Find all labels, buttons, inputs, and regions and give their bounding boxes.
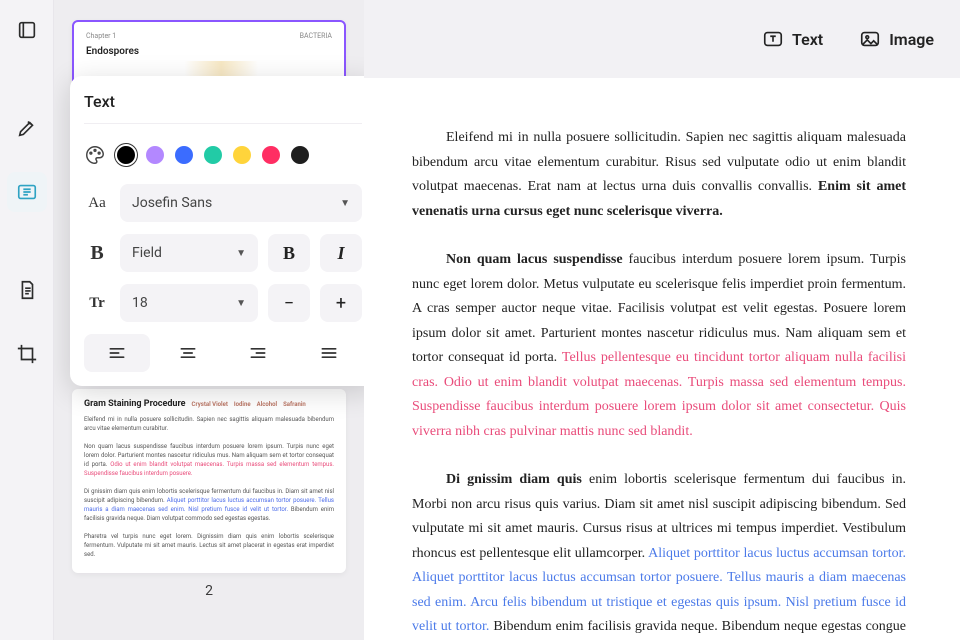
main-area: Text Image Eleifend mi in nulla posuere …	[364, 0, 960, 640]
thumb-title: Endospores	[86, 46, 332, 57]
swatch-pink[interactable]	[262, 146, 280, 164]
doc-paragraph-2: Non quam lacus suspendisse faucibus inte…	[412, 248, 906, 444]
swatch-blue[interactable]	[175, 146, 193, 164]
align-right-button[interactable]	[225, 334, 291, 372]
chevron-down-icon: ▼	[236, 298, 246, 309]
align-center-button[interactable]	[155, 334, 221, 372]
chevron-down-icon: ▼	[340, 198, 350, 209]
color-swatches-row	[84, 144, 362, 166]
tool-highlighter[interactable]	[7, 108, 47, 148]
font-weight-value: Field	[132, 245, 162, 261]
thumb-section: BACTERIA	[300, 32, 332, 40]
align-justify-button[interactable]	[296, 334, 362, 372]
tool-book[interactable]	[7, 10, 47, 50]
alignment-row	[84, 334, 362, 372]
decrease-size-button[interactable]: −	[268, 284, 310, 322]
swatch-yellow[interactable]	[233, 146, 251, 164]
topbar: Text Image	[364, 0, 960, 78]
tool-crop[interactable]	[7, 334, 47, 374]
font-size-icon: Tr	[84, 295, 110, 312]
swatch-teal[interactable]	[204, 146, 222, 164]
doc-paragraph-1: Eleifend mi in nulla posuere sollicitudi…	[412, 126, 906, 224]
doc-paragraph-3: Di gnissim diam quis enim lobortis scele…	[412, 468, 906, 640]
left-toolbar	[0, 0, 54, 640]
swatch-black[interactable]	[117, 146, 135, 164]
panel-title: Text	[84, 92, 362, 124]
page-thumbnail-2[interactable]: Gram Staining Procedure Crystal Violet I…	[72, 389, 346, 573]
tool-document[interactable]	[7, 270, 47, 310]
font-family-value: Josefin Sans	[132, 195, 212, 211]
align-left-button[interactable]	[84, 334, 150, 372]
palette-icon[interactable]	[84, 144, 106, 166]
font-weight-select[interactable]: Field ▼	[120, 234, 258, 272]
insert-image-label: Image	[889, 30, 934, 49]
font-size-value: 18	[132, 295, 148, 311]
increase-size-button[interactable]: +	[320, 284, 362, 322]
chevron-down-icon: ▼	[236, 248, 246, 259]
text-properties-panel: Text Aa Josefin Sans ▼	[70, 76, 364, 386]
tool-text[interactable]	[7, 172, 47, 212]
thumb-chapter: Chapter 1	[86, 32, 116, 40]
italic-button[interactable]: I	[320, 234, 362, 272]
thumbnail-column: Chapter 1 BACTERIA Endospores Gram Stain…	[54, 0, 364, 640]
thumb2-body: Eleifend mi in nulla posuere sollicitudi…	[84, 415, 334, 559]
thumb-page-number: 2	[72, 583, 346, 599]
insert-text-label: Text	[792, 30, 823, 49]
bold-button[interactable]: B	[268, 234, 310, 272]
font-size-select[interactable]: 18 ▼	[120, 284, 258, 322]
font-family-icon: Aa	[84, 195, 110, 212]
font-family-select[interactable]: Josefin Sans ▼	[120, 184, 362, 222]
insert-image-button[interactable]: Image	[859, 28, 934, 50]
swatch-dark[interactable]	[291, 146, 309, 164]
font-weight-icon: B	[84, 242, 110, 265]
thumb2-legend: Crystal Violet Iodine Alcohol Safranin	[192, 401, 306, 408]
swatch-purple[interactable]	[146, 146, 164, 164]
thumb2-title: Gram Staining Procedure	[84, 399, 186, 409]
document-page[interactable]: Eleifend mi in nulla posuere sollicitudi…	[364, 78, 960, 640]
insert-text-button[interactable]: Text	[762, 28, 823, 50]
